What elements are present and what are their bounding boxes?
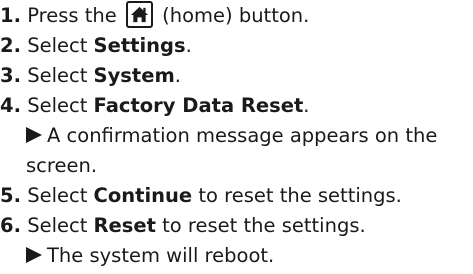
step-4-result-continued: screen. (26, 151, 97, 181)
step-6-text-after: to reset the settings. (155, 214, 366, 237)
step-6-text-before: Select (27, 214, 94, 237)
step-4-option: Factory Data Reset (93, 94, 304, 117)
step-4-result-text-continued: screen. (26, 154, 98, 177)
step-6: 6. Select Reset to reset the settings. (0, 211, 366, 241)
step-4: 4. Select Factory Data Reset. (0, 91, 310, 121)
step-2: 2. Select Settings. (0, 31, 192, 61)
step-2-option: Settings (93, 34, 186, 57)
step-4-text-after: . (303, 94, 310, 117)
step-5-number: 5. (0, 184, 21, 207)
step-4-text-before: Select (27, 94, 94, 117)
step-4-result-text: A confirmation message appears on the (47, 124, 438, 147)
home-icon (125, 1, 153, 28)
step-4-result: A confirmation message appears on the (26, 121, 437, 151)
step-3-text-before: Select (27, 64, 94, 87)
step-5-text-after: to reset the settings. (192, 184, 402, 207)
step-1-text-before: Press the (27, 4, 117, 27)
step-5-text-before: Select (27, 184, 94, 207)
step-4-number: 4. (0, 94, 21, 117)
step-3-number: 3. (0, 64, 21, 87)
step-6-option: Reset (93, 214, 156, 237)
step-5-option: Continue (93, 184, 193, 207)
step-2-number: 2. (0, 34, 21, 57)
instruction-steps: 1. Press the (home) button. 2. Select Se… (0, 0, 473, 274)
step-2-text-after: . (185, 34, 192, 57)
step-6-result: The system will reboot. (26, 241, 274, 271)
step-1-text-after: (home) button. (162, 4, 310, 27)
step-5: 5. Select Continue to reset the settings… (0, 181, 402, 211)
step-6-result-text: The system will reboot. (47, 244, 275, 267)
step-3: 3. Select System. (0, 61, 181, 91)
step-3-option: System (93, 64, 175, 87)
step-1-number: 1. (0, 4, 21, 27)
step-3-text-after: . (174, 64, 181, 87)
step-6-number: 6. (0, 214, 21, 237)
step-1: 1. Press the (home) button. (0, 1, 309, 31)
result-arrow-icon (26, 247, 42, 263)
result-arrow-icon (26, 127, 42, 143)
step-2-text-before: Select (27, 34, 94, 57)
